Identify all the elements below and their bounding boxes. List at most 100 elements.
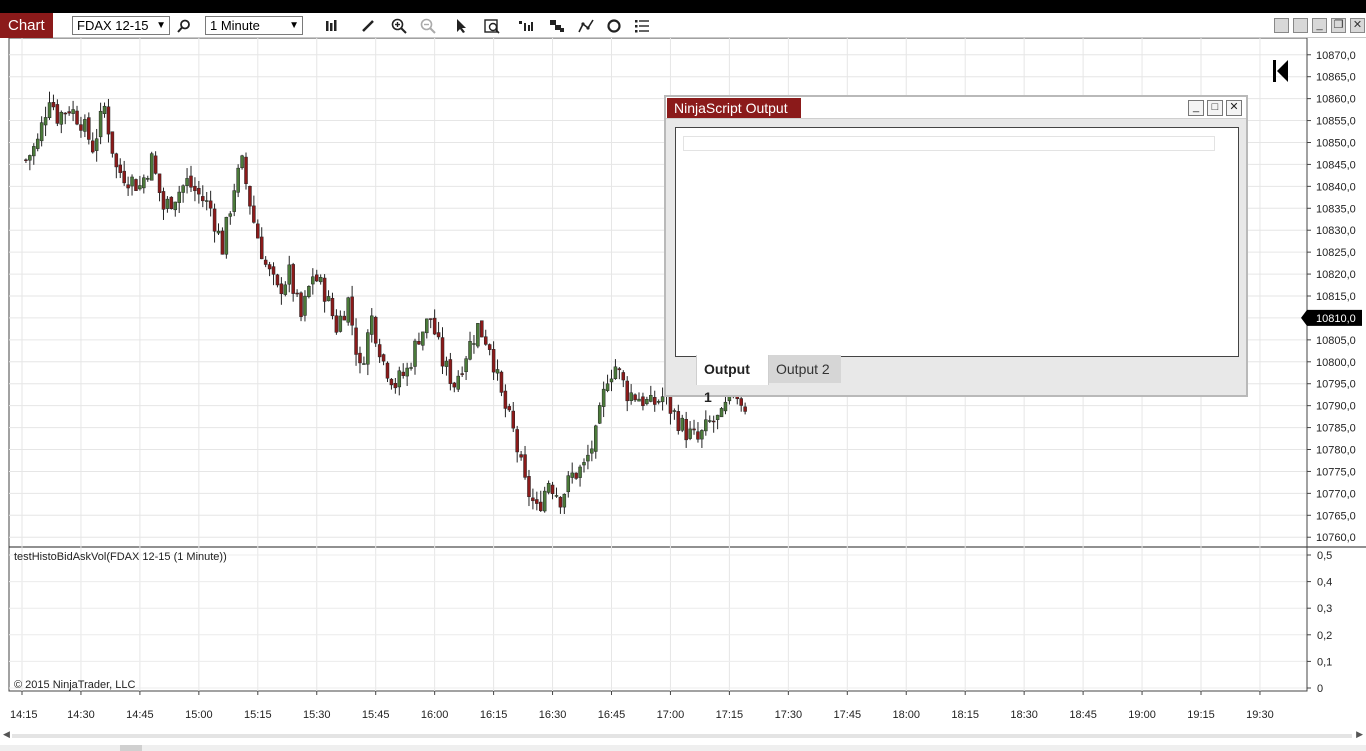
candle-body bbox=[605, 383, 610, 391]
scroll-thumb[interactable] bbox=[120, 745, 142, 751]
tile-window-button-2[interactable] bbox=[1293, 18, 1308, 33]
candle-body bbox=[102, 105, 107, 114]
close-icon[interactable]: ✕ bbox=[1226, 100, 1242, 116]
search-icon[interactable] bbox=[174, 16, 194, 35]
output-text-area[interactable] bbox=[675, 127, 1239, 357]
candle-body bbox=[688, 428, 692, 439]
candle-body bbox=[122, 170, 126, 184]
price-axis-label: 10795,0 bbox=[1316, 379, 1356, 391]
candle-body bbox=[204, 200, 209, 202]
restore-button[interactable]: ❐ bbox=[1331, 18, 1346, 33]
price-axis-label: 10790,0 bbox=[1316, 401, 1356, 413]
horizontal-scrollbar[interactable]: ◀ ▶ bbox=[0, 729, 1366, 751]
tile-window-button[interactable] bbox=[1274, 18, 1289, 33]
indicators-icon[interactable] bbox=[516, 16, 536, 35]
candle-body bbox=[59, 111, 64, 125]
price-axis-label: 10855,0 bbox=[1316, 116, 1356, 128]
time-axis-label: 16:15 bbox=[480, 709, 508, 721]
candle-body bbox=[334, 315, 339, 333]
candle-body bbox=[275, 274, 280, 286]
maximize-icon[interactable]: □ bbox=[1207, 100, 1223, 116]
candle-body bbox=[370, 315, 374, 335]
candle-body bbox=[212, 208, 217, 232]
output-content bbox=[683, 136, 1215, 151]
ninjascript-output-window[interactable]: NinjaScript Output _ □ ✕ Output 1 Output… bbox=[664, 95, 1248, 405]
candle-body bbox=[476, 323, 480, 347]
candle-body bbox=[47, 102, 52, 118]
candle-body bbox=[338, 315, 343, 332]
minimize-button[interactable]: _ bbox=[1312, 18, 1327, 33]
instrument-select[interactable]: FDAX 12-15 ▼ bbox=[72, 16, 170, 35]
price-axis-label: 10800,0 bbox=[1316, 357, 1356, 369]
candle-body bbox=[157, 173, 162, 193]
scroll-base bbox=[0, 745, 1366, 751]
time-axis-label: 16:45 bbox=[598, 709, 626, 721]
candle-body bbox=[165, 198, 170, 209]
candle-body bbox=[267, 264, 272, 270]
scroll-track[interactable] bbox=[12, 734, 1352, 738]
tab-output-1[interactable]: Output 1 bbox=[696, 355, 769, 405]
time-axis-label: 14:30 bbox=[67, 709, 95, 721]
candle-body bbox=[483, 336, 488, 345]
time-axis-label: 19:15 bbox=[1187, 709, 1215, 721]
candle-body bbox=[279, 283, 284, 295]
candle-body bbox=[358, 352, 362, 364]
ninjascript-titlebar[interactable]: NinjaScript Output _ □ ✕ bbox=[666, 97, 1246, 119]
chart-tab[interactable]: Chart bbox=[0, 13, 53, 38]
pencil-draw-icon[interactable] bbox=[358, 16, 378, 35]
scroll-left-arrow-icon[interactable]: ◀ bbox=[3, 729, 10, 740]
chart-toolbar: Chart FDAX 12-15 ▼ 1 Minute ▼ _ ❐ ✕ bbox=[0, 13, 1366, 38]
indicator-axis-label: 0,5 bbox=[1317, 550, 1332, 562]
top-black-strip bbox=[0, 0, 1366, 13]
candle-body bbox=[633, 394, 637, 401]
zoom-out-icon[interactable] bbox=[418, 16, 438, 35]
price-axis-label: 10870,0 bbox=[1316, 50, 1356, 62]
bar-type-icon[interactable] bbox=[321, 16, 341, 35]
candle-body bbox=[189, 175, 193, 188]
candle-body bbox=[106, 106, 111, 135]
price-axis-label: 10805,0 bbox=[1316, 335, 1356, 347]
candle-body bbox=[134, 179, 138, 191]
tab-output-2[interactable]: Output 2 bbox=[769, 355, 841, 383]
interval-select[interactable]: 1 Minute ▼ bbox=[205, 16, 303, 35]
candle-body bbox=[515, 429, 519, 453]
time-axis-label: 18:45 bbox=[1069, 709, 1097, 721]
candle-body bbox=[43, 117, 48, 126]
candle-body bbox=[330, 297, 335, 317]
candle-body bbox=[680, 417, 684, 431]
candle-body bbox=[719, 408, 724, 418]
pointer-icon[interactable] bbox=[451, 16, 471, 35]
scroll-right-arrow-icon[interactable]: ▶ bbox=[1356, 729, 1363, 740]
candle-body bbox=[67, 111, 71, 114]
candle-body bbox=[71, 109, 75, 114]
candle-body bbox=[130, 176, 134, 187]
candle-body bbox=[503, 390, 508, 409]
candle-body bbox=[362, 363, 366, 365]
zoom-in-icon[interactable] bbox=[389, 16, 409, 35]
properties-icon[interactable] bbox=[632, 16, 652, 35]
candle-body bbox=[519, 454, 523, 458]
candle-body bbox=[389, 378, 394, 386]
candle-body bbox=[350, 296, 354, 326]
ninjascript-title: NinjaScript Output bbox=[667, 98, 801, 118]
candle-body bbox=[39, 122, 44, 142]
candle-body bbox=[487, 344, 492, 350]
candle-body bbox=[676, 411, 681, 431]
candle-body bbox=[94, 138, 99, 151]
candle-body bbox=[660, 396, 665, 403]
candle-body bbox=[142, 177, 146, 189]
close-button[interactable]: ✕ bbox=[1350, 18, 1365, 33]
reload-icon[interactable] bbox=[604, 16, 624, 35]
candle-body bbox=[692, 428, 696, 431]
candle-body bbox=[193, 185, 197, 192]
candle-body bbox=[149, 153, 154, 181]
draw-lines-icon[interactable] bbox=[576, 16, 596, 35]
candle-body bbox=[35, 138, 40, 149]
strategies-icon[interactable] bbox=[547, 16, 567, 35]
minimize-icon[interactable]: _ bbox=[1188, 100, 1204, 116]
candle-body bbox=[405, 367, 409, 377]
candle-body bbox=[480, 320, 484, 338]
candle-body bbox=[75, 110, 79, 125]
data-box-icon[interactable] bbox=[482, 16, 502, 35]
candle-body bbox=[263, 259, 268, 265]
